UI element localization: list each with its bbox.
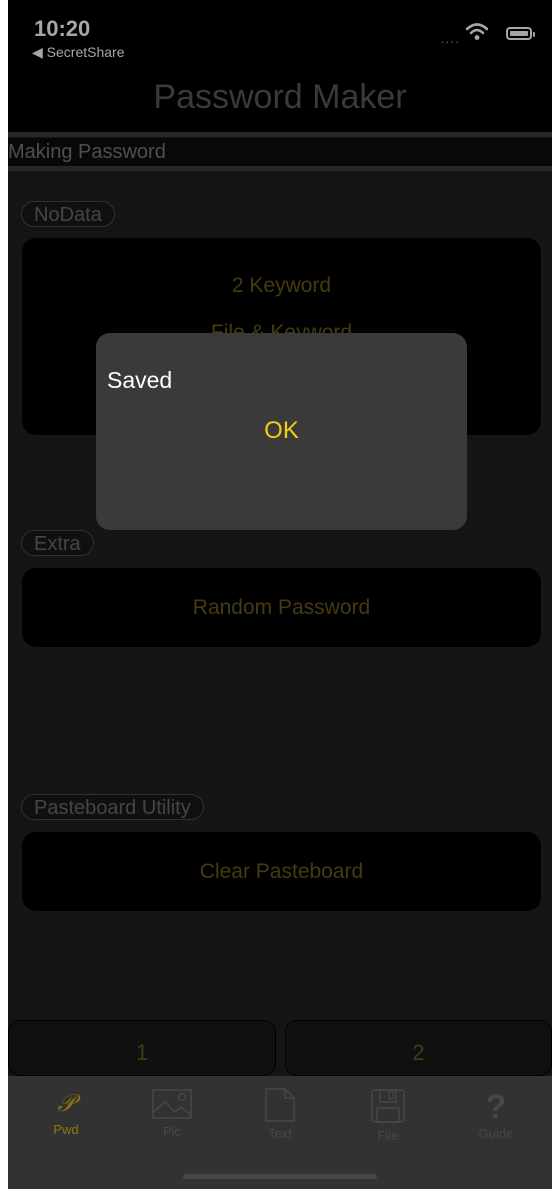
app-screen: 10:20 ◀ SecretShare .... Password Maker … (8, 0, 552, 1189)
modal-dim-overlay (8, 0, 552, 1189)
alert-message: Saved (107, 367, 173, 393)
ok-button[interactable]: OK (96, 417, 467, 445)
alert-dialog: Saved OK (96, 333, 467, 530)
